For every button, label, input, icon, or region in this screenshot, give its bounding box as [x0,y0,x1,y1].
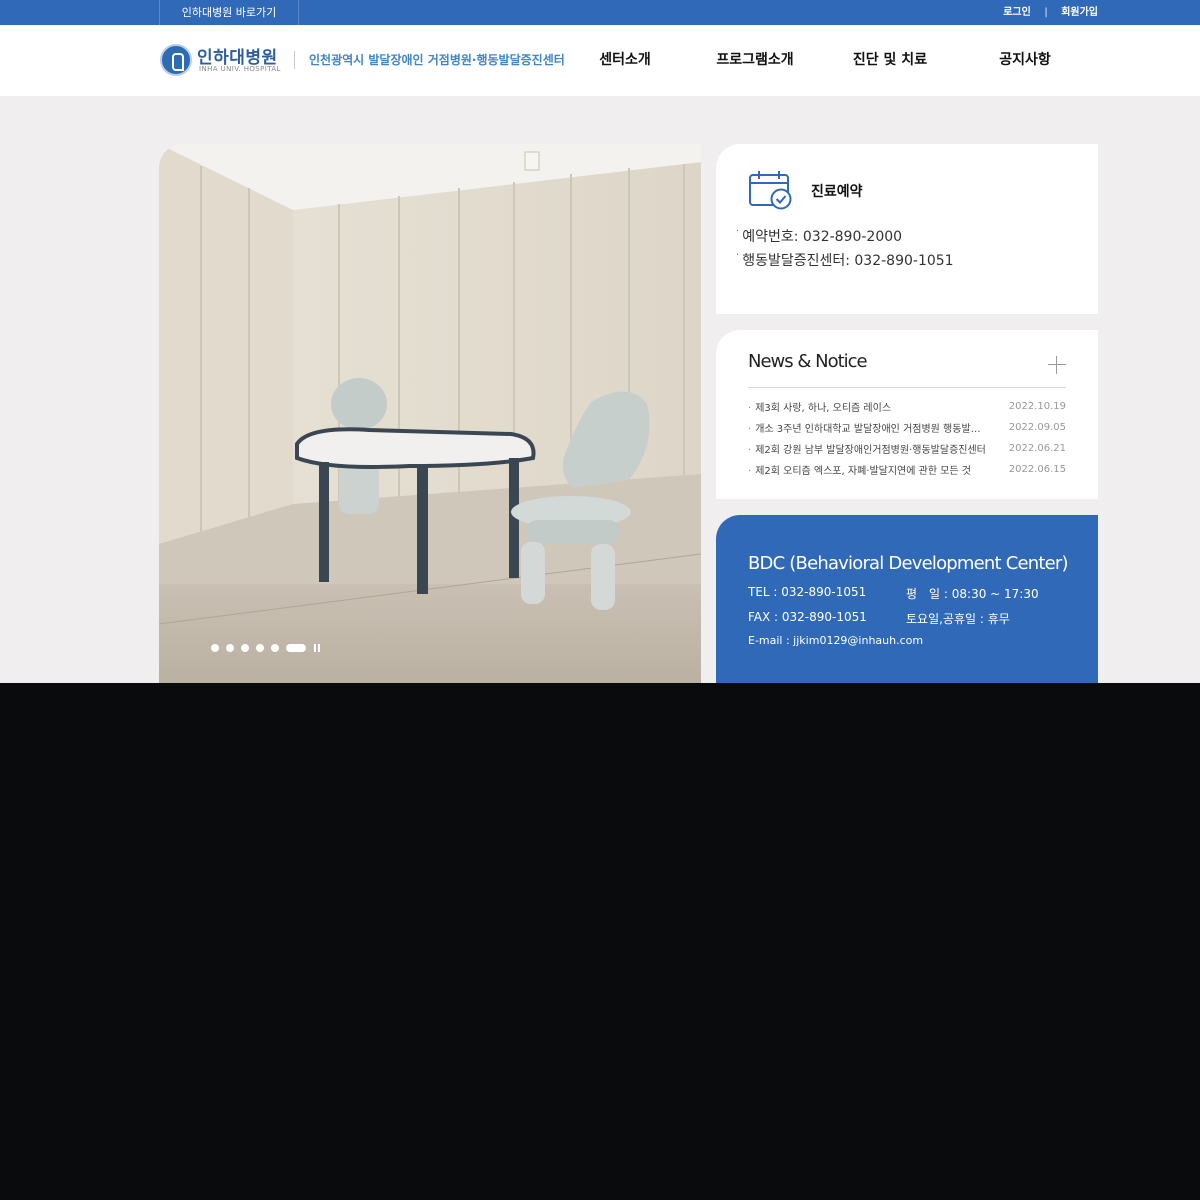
news-item-title: 제2회 강원 남부 발달장애인거점병원·행동발달증진센터 [748,441,988,456]
more-plus-icon[interactable] [1048,356,1066,374]
hospital-logo[interactable]: 인하대병원 INHA UNIV. HOSPITAL [159,44,281,78]
bdc-email[interactable]: E-mail : jjkim0129@inhauh.com [748,634,923,647]
news-item[interactable]: 제2회 강원 남부 발달장애인거점병원·행동발달증진센터 2022.06.21 [748,438,1066,459]
bdc-holiday-hours: 토요일,공휴일 : 휴무 [906,612,1010,626]
news-item[interactable]: 제3회 사랑, 하나, 오티즘 레이스 2022.10.19 [748,396,1066,417]
logo-english-text: INHA UNIV. HOSPITAL [199,65,281,73]
login-link[interactable]: 로그인 [1003,7,1031,18]
bdc-fax: FAX : 032-890-1051 [748,610,867,624]
slide-dot-5[interactable] [271,644,279,652]
auth-links: 로그인 | 회원가입 [1003,0,1098,25]
main-nav: 센터소개 프로그램소개 진단 및 치료 공지사항 [570,25,1100,96]
news-item-title: 제3회 사랑, 하나, 오티즘 레이스 [748,399,988,414]
bdc-weekday-hours: 평 일 : 08:30 ~ 17:30 [906,587,1039,601]
center-tagline: 인천광역시 발달장애인 거점병원·행동발달증진센터 [294,51,565,69]
hero-slider [159,144,701,683]
nav-programs[interactable]: 프로그램소개 [680,25,830,96]
pause-icon[interactable] [314,644,320,652]
news-item-date: 2022.09.05 [1008,422,1066,433]
calendar-check-icon [749,171,792,210]
bdc-tel: TEL : 032-890-1051 [748,585,867,599]
news-item-title: 제2회 오티즘 엑스포, 자폐·발달지연에 관한 모든 것 [748,462,988,477]
signup-link[interactable]: 회원가입 [1061,7,1098,18]
slide-dot-2[interactable] [226,644,234,652]
page-viewport: 인하대병원 바로가기 로그인 | 회원가입 인하대병원 INHA UNIV. H… [0,0,1200,683]
slide-dot-4[interactable] [256,644,264,652]
reservation-card: 진료예약 예약번호: 032-890-2000 행동발달증진센터: 032-89… [716,144,1098,314]
site-header: 인하대병원 INHA UNIV. HOSPITAL 인천광역시 발달장애인 거점… [0,25,1200,96]
news-divider [748,387,1066,388]
news-item-date: 2022.06.15 [1008,464,1066,475]
slide-dot-1[interactable] [211,644,219,652]
news-item-date: 2022.06.21 [1008,443,1066,454]
news-notice-title: News & Notice [748,351,868,372]
top-bar: 인하대병원 바로가기 로그인 | 회원가입 [0,0,1200,25]
slider-controls [211,644,320,652]
hospital-shortcut-link[interactable]: 인하대병원 바로가기 [159,0,299,25]
auth-separator: | [1044,7,1048,18]
news-item[interactable]: 제2회 오티즘 엑스포, 자폐·발달지연에 관한 모든 것 2022.06.15 [748,459,1066,480]
news-item[interactable]: 개소 3주년 인하대학교 발달장애인 거점병원 행동발달증진센터 2022.09… [748,417,1066,438]
center-phone-line: 행동발달증진센터: 032-890-1051 [736,250,953,270]
nav-center-intro[interactable]: 센터소개 [570,25,680,96]
slide-dot-6-active[interactable] [286,644,306,652]
bdc-title: BDC (Behavioral Development Center) [748,553,1069,574]
news-item-date: 2022.10.19 [1008,401,1066,412]
reservation-title: 진료예약 [811,184,863,200]
news-item-title: 개소 3주년 인하대학교 발달장애인 거점병원 행동발달증진센터 [748,420,988,435]
news-list: 제3회 사랑, 하나, 오티즘 레이스 2022.10.19 개소 3주년 인하… [748,396,1066,480]
nav-notices[interactable]: 공지사항 [950,25,1100,96]
hospital-emblem-icon [160,44,192,76]
slide-dot-3[interactable] [241,644,249,652]
therapy-room-photo [159,144,701,683]
nav-diagnosis-treatment[interactable]: 진단 및 치료 [830,25,950,96]
bdc-contact-card: BDC (Behavioral Development Center) TEL … [716,515,1098,683]
news-notice-card: News & Notice 제3회 사랑, 하나, 오티즘 레이스 2022.1… [716,330,1098,499]
reservation-phone-line: 예약번호: 032-890-2000 [736,226,902,246]
